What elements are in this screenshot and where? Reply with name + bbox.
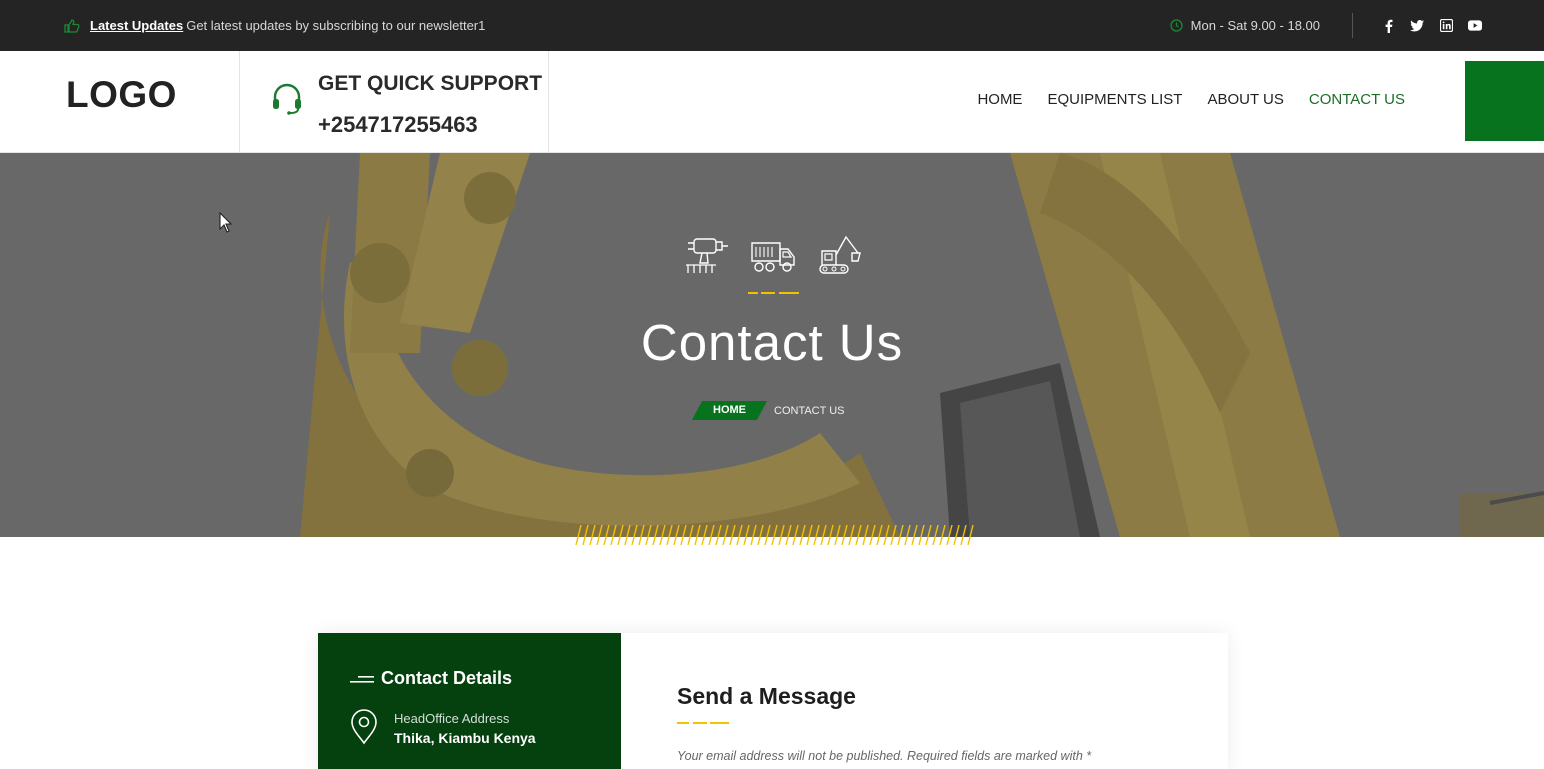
site-header: LOGO GET QUICK SUPPORT +254717255463 HOM… [0, 51, 1544, 153]
youtube-icon[interactable] [1468, 19, 1482, 33]
breadcrumb-current: CONTACT US [774, 404, 845, 417]
twitter-icon[interactable] [1410, 19, 1424, 33]
nav-contact-us[interactable]: CONTACT US [1309, 91, 1405, 108]
title-dash-icon [350, 676, 374, 683]
address-label: HeadOffice Address [394, 711, 510, 726]
excavator-icon [816, 233, 862, 275]
contact-details-panel: Contact Details HeadOffice Address Thika… [318, 633, 621, 769]
main-nav: HOME EQUIPMENTS LIST ABOUT US CONTACT US [977, 91, 1405, 108]
newsletter-bar: Latest Updates Get latest updates by sub… [64, 0, 485, 51]
form-note: Your email address will not be published… [677, 749, 1092, 763]
contact-details-title: Contact Details [381, 668, 513, 688]
nav-home[interactable]: HOME [977, 91, 1022, 108]
top-bar-right: Mon - Sat 9.00 - 18.00 [1169, 0, 1482, 51]
social-links [1381, 19, 1482, 33]
linkedin-icon[interactable] [1439, 19, 1453, 33]
breadcrumb: HOME CONTACT US [691, 401, 845, 420]
title-dashes [748, 292, 799, 294]
support-phone[interactable]: +254717255463 [318, 112, 478, 138]
quick-support: GET QUICK SUPPORT +254717255463 [239, 51, 549, 153]
page-banner: Contact Us HOME CONTACT US [0, 153, 1544, 537]
newsletter-text: Get latest updates by subscribing to our… [186, 18, 486, 33]
menu-toggle-button[interactable] [1465, 61, 1544, 141]
nav-about-us[interactable]: ABOUT US [1207, 91, 1283, 108]
top-bar: Latest Updates Get latest updates by sub… [0, 0, 1544, 51]
headset-icon [270, 82, 304, 116]
latest-updates-link[interactable]: Latest Updates [90, 18, 183, 33]
facebook-icon[interactable] [1381, 19, 1395, 33]
clock-icon [1169, 19, 1183, 32]
opening-hours: Mon - Sat 9.00 - 18.00 [1190, 18, 1320, 33]
page-title: Contact Us [640, 314, 904, 371]
send-message-title: Send a Message [677, 683, 856, 709]
thumbs-up-icon [64, 18, 80, 33]
hatch-stripe [575, 525, 974, 545]
site-logo[interactable]: LOGO [66, 74, 177, 116]
divider [1352, 13, 1353, 38]
mouse-cursor-icon [219, 212, 233, 233]
banner-icons [684, 233, 862, 275]
breadcrumb-home[interactable]: HOME [691, 401, 768, 420]
breadcrumb-home-label: HOME [713, 404, 746, 416]
address-value: Thika, Kiambu Kenya [394, 730, 536, 746]
drill-icon [684, 233, 730, 275]
location-pin-icon [351, 709, 377, 745]
nav-equipments-list[interactable]: EQUIPMENTS LIST [1047, 91, 1182, 108]
message-title-dashes [677, 722, 729, 724]
support-title: GET QUICK SUPPORT [318, 72, 543, 95]
dump-truck-icon [750, 233, 796, 275]
